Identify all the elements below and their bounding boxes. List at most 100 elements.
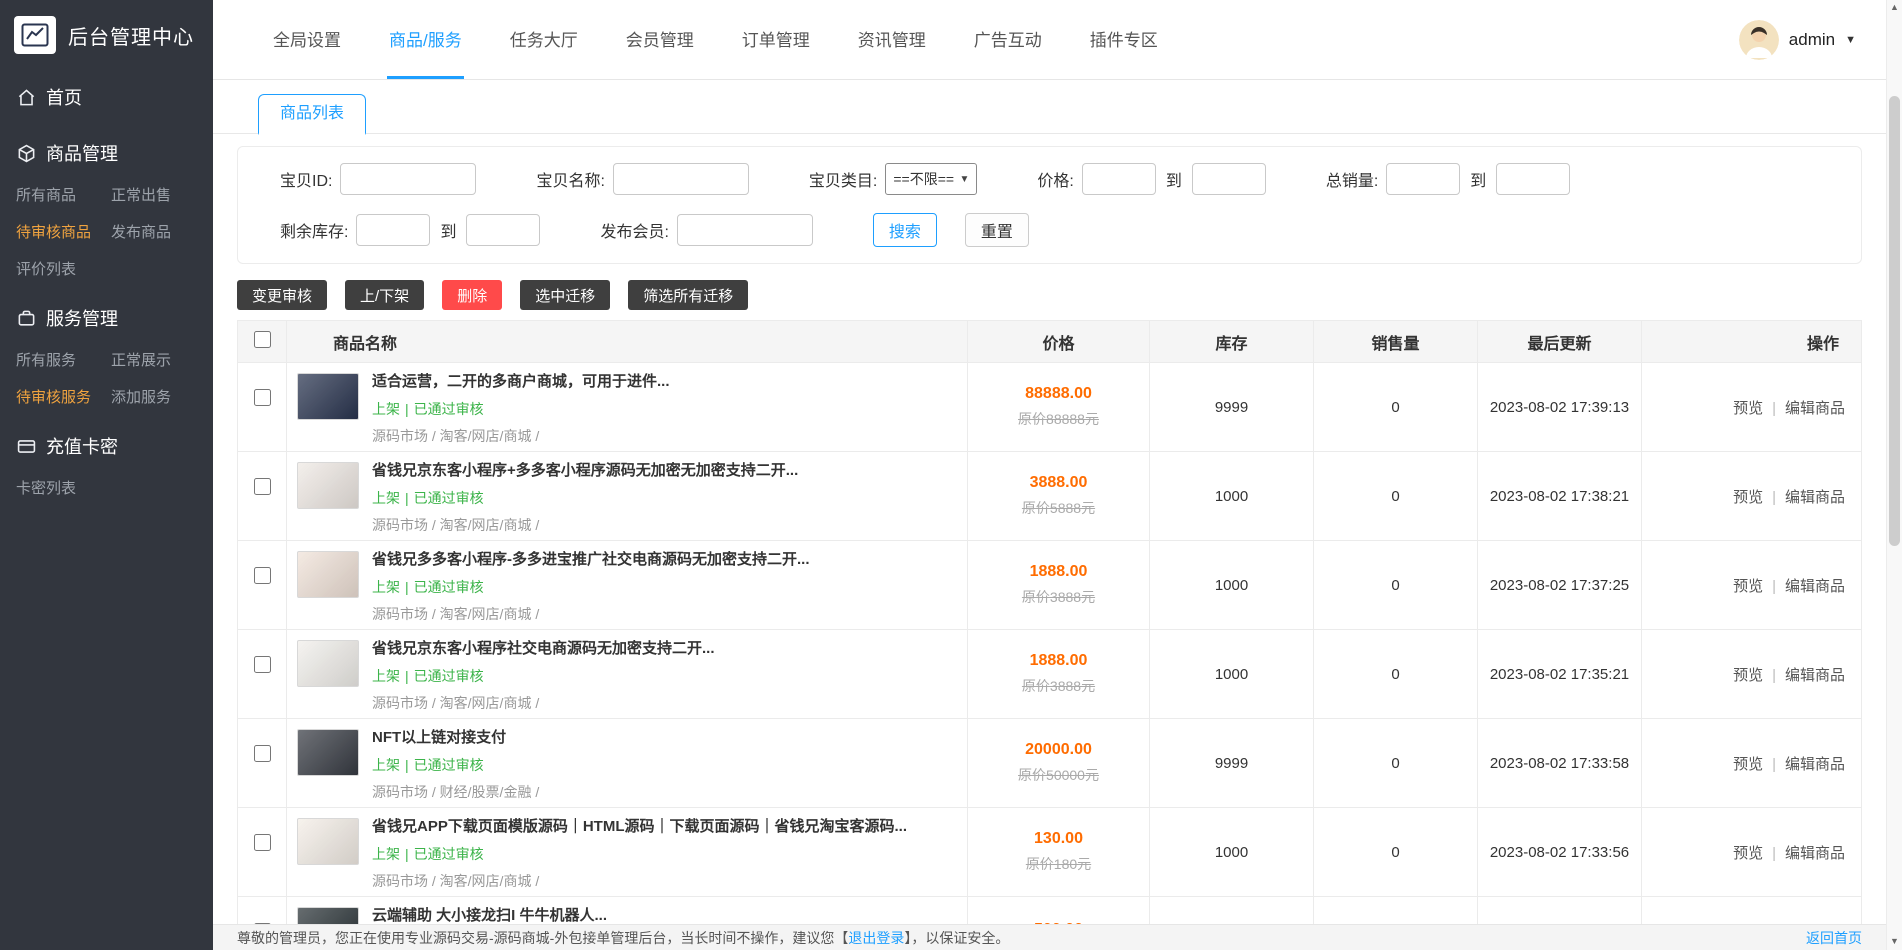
product-row: 省钱兄多多客小程序-多多进宝推广社交电商源码无加密支持二开... 上架|已通过审… <box>238 541 1862 630</box>
nav-tab[interactable]: 商品/服务 <box>387 0 464 79</box>
product-name[interactable]: 省钱兄多多客小程序-多多进宝推广社交电商源码无加密支持二开... <box>372 551 810 570</box>
ops-separator: | <box>1772 489 1776 506</box>
username: admin <box>1789 30 1835 50</box>
sidebar-section-cards-title[interactable]: 充值卡密 <box>0 409 213 473</box>
original-price: 原价180元 <box>968 854 1149 874</box>
scroll-up-icon[interactable]: ▲ <box>1887 2 1902 12</box>
product-row: 省钱兄APP下载页面模版源码｜HTML源码｜下载页面源码｜省钱兄淘宝客源码...… <box>238 808 1862 897</box>
scrollbar[interactable]: ▲ ▼ <box>1886 0 1902 950</box>
nav-tab[interactable]: 会员管理 <box>624 0 696 79</box>
edit-product-link[interactable]: 编辑商品 <box>1785 845 1845 862</box>
sidebar-item-all-goods[interactable]: 所有商品 <box>16 184 111 205</box>
bulk-action-button[interactable]: 筛选所有迁移 <box>628 280 748 310</box>
nav-tab[interactable]: 全局设置 <box>271 0 343 79</box>
sidebar-item-on-sale[interactable]: 正常出售 <box>111 184 205 205</box>
row-checkbox[interactable] <box>254 834 271 851</box>
product-name[interactable]: 适合运营，二开的多商户商城，可用于进件... <box>372 373 670 392</box>
row-checkbox[interactable] <box>254 567 271 584</box>
row-checkbox[interactable] <box>254 745 271 762</box>
sidebar-item-home[interactable]: 首页 <box>0 70 213 116</box>
product-name[interactable]: NFT以上链对接支付 <box>372 729 539 748</box>
sidebar-home-label: 首页 <box>46 84 82 110</box>
nav-tab[interactable]: 任务大厅 <box>508 0 580 79</box>
stock-max-input[interactable] <box>466 214 540 246</box>
sidebar-item-pending-goods[interactable]: 待审核商品 <box>16 221 111 242</box>
edit-product-link[interactable]: 编辑商品 <box>1785 667 1845 684</box>
reset-button[interactable]: 重置 <box>965 213 1029 247</box>
scrollbar-thumb[interactable] <box>1889 96 1900 546</box>
product-status: 上架|已通过审核 <box>372 399 670 419</box>
preview-link[interactable]: 预览 <box>1733 756 1763 773</box>
item-id-input[interactable] <box>340 163 476 195</box>
sidebar-item-all-services[interactable]: 所有服务 <box>16 349 111 370</box>
original-price: 原价50000元 <box>968 765 1149 785</box>
nav-tab[interactable]: 资讯管理 <box>856 0 928 79</box>
preview-link[interactable]: 预览 <box>1733 578 1763 595</box>
price-max-input[interactable] <box>1192 163 1266 195</box>
edit-product-link[interactable]: 编辑商品 <box>1785 578 1845 595</box>
sidebar-item-review-list[interactable]: 评价列表 <box>16 258 111 279</box>
sidebar-item-publish-goods[interactable]: 发布商品 <box>111 221 205 242</box>
sales-max-input[interactable] <box>1496 163 1570 195</box>
product-name[interactable]: 云端辅助 大小接龙扫I 牛牛机器人... <box>372 907 607 924</box>
sidebar-item-card-list[interactable]: 卡密列表 <box>16 477 111 498</box>
product-price: 1888.00 <box>968 652 1149 670</box>
filter-panel: 宝贝ID: 宝贝名称: 宝贝类目: ==不限== ▼ <box>237 146 1862 264</box>
edit-product-link[interactable]: 编辑商品 <box>1785 489 1845 506</box>
tab-goods-list[interactable]: 商品列表 <box>258 94 366 135</box>
product-thumbnail <box>297 818 359 865</box>
search-button[interactable]: 搜索 <box>873 213 937 247</box>
edit-product-link[interactable]: 编辑商品 <box>1785 400 1845 417</box>
user-menu[interactable]: admin ▼ <box>1739 20 1856 60</box>
bulk-action-button[interactable]: 删除 <box>442 280 502 310</box>
stock-min-input[interactable] <box>356 214 430 246</box>
product-status: 上架|已通过审核 <box>372 755 539 775</box>
sidebar-section-goods-title[interactable]: 商品管理 <box>0 116 213 180</box>
back-home-link[interactable]: 返回首页 <box>1806 928 1862 948</box>
app-logo: 后台管理中心 <box>0 0 213 70</box>
product-name[interactable]: 省钱兄APP下载页面模版源码｜HTML源码｜下载页面源码｜省钱兄淘宝客源码... <box>372 818 907 837</box>
preview-link[interactable]: 预览 <box>1733 489 1763 506</box>
sales-value: 0 <box>1314 808 1478 897</box>
ops-separator: | <box>1772 845 1776 862</box>
original-price: 原价88888元 <box>968 409 1149 429</box>
header-updated: 最后更新 <box>1478 321 1642 363</box>
bulk-action-button[interactable]: 上/下架 <box>345 280 424 310</box>
category-select[interactable]: ==不限== ▼ <box>885 163 977 195</box>
status-audit: 已通过审核 <box>414 579 484 595</box>
footer: 尊敬的管理员，您正在使用专业源码交易-源码商城-外包接单管理后台，当长时间不操作… <box>213 924 1886 950</box>
product-thumbnail <box>297 640 359 687</box>
price-min-input[interactable] <box>1082 163 1156 195</box>
product-status: 上架|已通过审核 <box>372 577 810 597</box>
preview-link[interactable]: 预览 <box>1733 400 1763 417</box>
nav-tab[interactable]: 订单管理 <box>740 0 812 79</box>
updated-value: 2023-08-02 17:37:25 <box>1478 541 1642 630</box>
bulk-action-button[interactable]: 选中迁移 <box>520 280 610 310</box>
publisher-input[interactable] <box>677 214 813 246</box>
sidebar-item-normal-display[interactable]: 正常展示 <box>111 349 205 370</box>
row-checkbox[interactable] <box>254 656 271 673</box>
sidebar-item-pending-services[interactable]: 待审核服务 <box>16 386 111 407</box>
scroll-down-icon[interactable]: ▼ <box>1887 936 1902 946</box>
edit-product-link[interactable]: 编辑商品 <box>1785 756 1845 773</box>
row-checkbox[interactable] <box>254 478 271 495</box>
sidebar-section-goods: 商品管理 所有商品 正常出售 待审核商品 发布商品 评价列表 <box>0 116 213 281</box>
nav-tab[interactable]: 插件专区 <box>1088 0 1160 79</box>
product-name[interactable]: 省钱兄京东客小程序社交电商源码无加密支持二开... <box>372 640 715 659</box>
row-checkbox[interactable] <box>254 389 271 406</box>
bulk-action-button[interactable]: 变更审核 <box>237 280 327 310</box>
range-to-label: 到 <box>1166 167 1182 191</box>
nav-tab[interactable]: 广告互动 <box>972 0 1044 79</box>
card-icon <box>16 437 36 456</box>
updated-value: 2023-08-02 17:31:30 <box>1478 897 1642 925</box>
preview-link[interactable]: 预览 <box>1733 845 1763 862</box>
item-name-input[interactable] <box>613 163 749 195</box>
product-row: NFT以上链对接支付 上架|已通过审核 源码市场 / 财经/股票/金融 / <box>238 719 1862 808</box>
select-all-checkbox[interactable] <box>254 331 271 348</box>
sidebar-section-services-title[interactable]: 服务管理 <box>0 281 213 345</box>
logout-link[interactable]: 退出登录 <box>848 930 904 946</box>
preview-link[interactable]: 预览 <box>1733 667 1763 684</box>
sales-min-input[interactable] <box>1386 163 1460 195</box>
product-name[interactable]: 省钱兄京东客小程序+多多客小程序源码无加密无加密支持二开... <box>372 462 798 481</box>
sidebar-item-add-service[interactable]: 添加服务 <box>111 386 205 407</box>
